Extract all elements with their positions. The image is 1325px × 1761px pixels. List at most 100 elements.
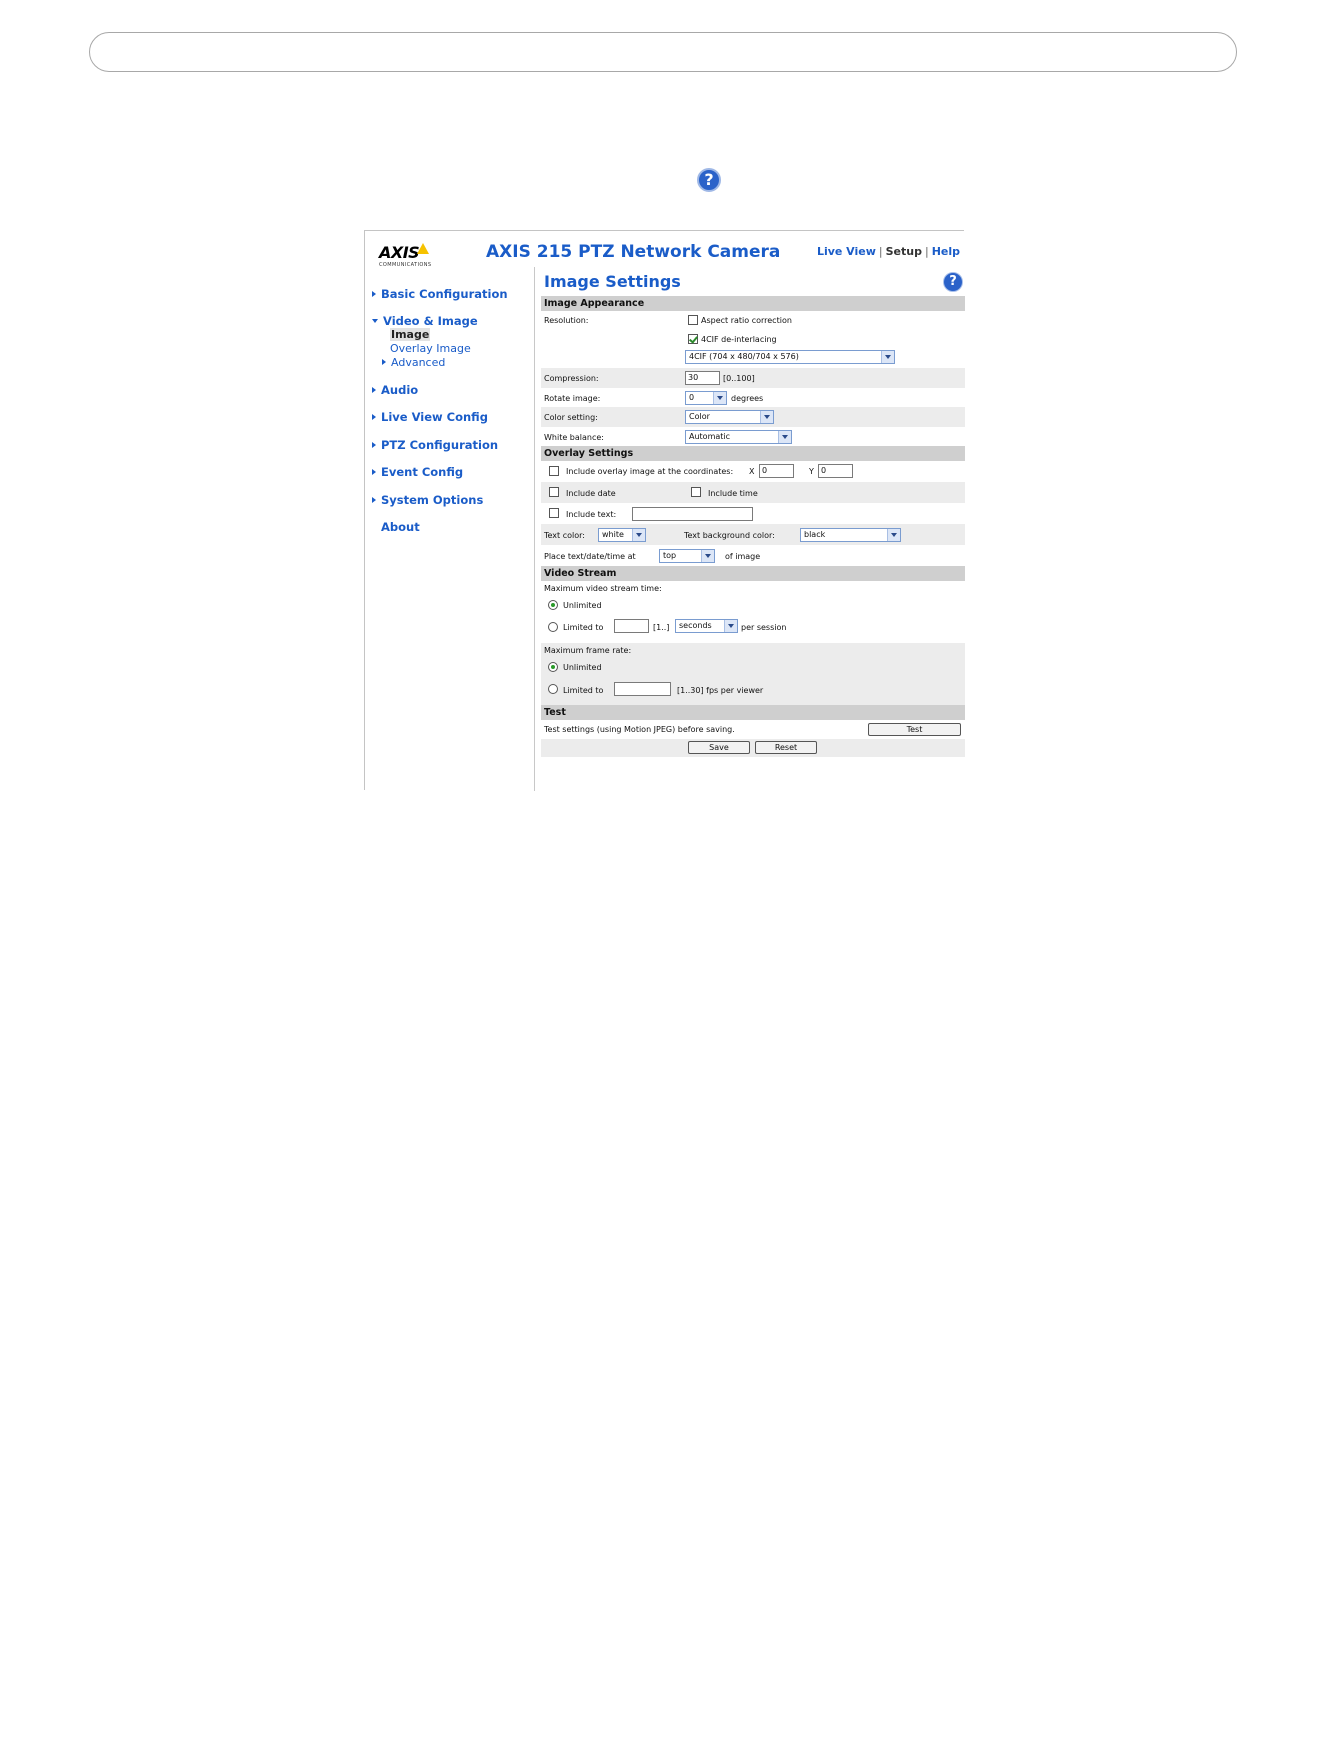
save-reset-row: Save Reset bbox=[541, 739, 965, 757]
sidebar-item-label: System Options bbox=[381, 493, 484, 507]
chevron-down-icon bbox=[724, 620, 737, 632]
chevron-down-icon bbox=[713, 392, 726, 404]
sidebar-item-system-options[interactable]: System Options bbox=[372, 493, 483, 507]
text-color-select-value: white bbox=[602, 530, 624, 539]
rotate-row: Rotate image: 0 degrees bbox=[541, 388, 965, 407]
overlay-y-input[interactable]: 0 bbox=[818, 464, 853, 478]
axis-logo: AXIS COMMUNICATIONS bbox=[379, 243, 431, 268]
sidebar-item-video-image[interactable]: Video & Image bbox=[372, 314, 478, 328]
sidebar-item-event-config[interactable]: Event Config bbox=[372, 465, 463, 479]
date-time-row: Include date Include time bbox=[541, 482, 965, 503]
color-setting-select[interactable]: Color bbox=[685, 410, 774, 424]
deinterlacing-label: 4CIF de-interlacing bbox=[701, 335, 777, 344]
aspect-ratio-checkbox[interactable] bbox=[688, 315, 698, 325]
include-date-label: Include date bbox=[566, 489, 616, 498]
max-stream-time-block: Maximum video stream time: Unlimited Lim… bbox=[541, 581, 965, 643]
sidebar: Basic Configuration Video & Image Image … bbox=[365, 267, 535, 791]
stream-time-range: [1..] bbox=[653, 623, 670, 632]
include-text-label: Include text: bbox=[566, 510, 617, 519]
stream-time-unit-select-value: seconds bbox=[679, 621, 712, 630]
text-background-color-label: Text background color: bbox=[684, 531, 775, 540]
sidebar-item-ptz-configuration[interactable]: PTZ Configuration bbox=[372, 438, 498, 452]
compression-input[interactable]: 30 bbox=[685, 371, 720, 385]
white-balance-select[interactable]: Automatic bbox=[685, 430, 792, 444]
top-nav: Live View | Setup | Help bbox=[817, 245, 960, 259]
include-text-checkbox[interactable] bbox=[549, 508, 559, 518]
chevron-down-icon bbox=[778, 431, 791, 443]
section-header-image-appearance: Image Appearance bbox=[541, 296, 965, 311]
frame-rate-unlimited-label: Unlimited bbox=[563, 663, 602, 672]
test-button[interactable]: Test bbox=[868, 723, 961, 736]
color-setting-select-value: Color bbox=[689, 412, 710, 421]
include-text-input[interactable] bbox=[632, 507, 753, 521]
stream-time-unlimited-label: Unlimited bbox=[563, 601, 602, 610]
text-color-select[interactable]: white bbox=[598, 528, 646, 542]
sidebar-subitem-advanced[interactable]: Advanced bbox=[382, 356, 445, 369]
axis-logo-triangle-icon bbox=[417, 243, 430, 254]
arrow-down-icon bbox=[372, 319, 378, 323]
test-description: Test settings (using Motion JPEG) before… bbox=[544, 725, 735, 734]
arrow-right-icon bbox=[372, 442, 376, 448]
rotate-select-value: 0 bbox=[689, 393, 695, 402]
help-icon[interactable]: ? bbox=[943, 272, 963, 292]
include-overlay-label: Include overlay image at the coordinates… bbox=[566, 467, 734, 476]
include-date-checkbox[interactable] bbox=[549, 487, 559, 497]
section-header-overlay-settings: Overlay Settings bbox=[541, 446, 965, 461]
sidebar-item-audio[interactable]: Audio bbox=[372, 383, 418, 397]
frame-rate-unlimited-radio[interactable] bbox=[548, 662, 558, 672]
stream-time-limited-label: Limited to bbox=[563, 623, 604, 632]
sidebar-item-label: Audio bbox=[381, 383, 419, 397]
color-setting-label: Color setting: bbox=[544, 413, 598, 422]
stream-time-input[interactable] bbox=[614, 619, 649, 633]
nav-separator: | bbox=[878, 245, 883, 258]
sidebar-subitem-overlay-image[interactable]: Overlay Image bbox=[390, 342, 471, 355]
rotate-select[interactable]: 0 bbox=[685, 391, 727, 405]
resolution-select[interactable]: 4CIF (704 x 480/704 x 576) bbox=[685, 350, 895, 364]
stream-time-unlimited-radio[interactable] bbox=[548, 600, 558, 610]
deinterlacing-checkbox[interactable] bbox=[688, 334, 698, 344]
white-balance-label: White balance: bbox=[544, 433, 604, 442]
save-button[interactable]: Save bbox=[688, 741, 750, 754]
arrow-right-icon bbox=[382, 359, 386, 365]
setup-link[interactable]: Setup bbox=[886, 245, 922, 258]
sidebar-item-label: PTZ Configuration bbox=[381, 438, 499, 452]
max-stream-time-label: Maximum video stream time: bbox=[544, 584, 662, 593]
white-balance-row: White balance: Automatic bbox=[541, 427, 965, 446]
resolution-select-value: 4CIF (704 x 480/704 x 576) bbox=[689, 352, 799, 361]
frame-rate-input[interactable] bbox=[614, 682, 671, 696]
frame-rate-limited-radio[interactable] bbox=[548, 684, 558, 694]
sidebar-item-live-view-config[interactable]: Live View Config bbox=[372, 410, 488, 424]
test-row: Test settings (using Motion JPEG) before… bbox=[541, 720, 965, 739]
camera-title: AXIS 215 PTZ Network Camera bbox=[486, 242, 781, 262]
frame-rate-limited-label: Limited to bbox=[563, 686, 604, 695]
include-overlay-checkbox[interactable] bbox=[549, 466, 559, 476]
aspect-ratio-label: Aspect ratio correction bbox=[701, 316, 792, 325]
help-link[interactable]: Help bbox=[932, 245, 960, 258]
stream-time-limited-radio[interactable] bbox=[548, 622, 558, 632]
place-text-select[interactable]: top bbox=[659, 549, 715, 563]
resolution-label: Resolution: bbox=[544, 316, 589, 325]
sidebar-subitem-image[interactable]: Image bbox=[390, 328, 431, 341]
reset-button[interactable]: Reset bbox=[755, 741, 817, 754]
include-time-checkbox[interactable] bbox=[691, 487, 701, 497]
sidebar-item-basic-configuration[interactable]: Basic Configuration bbox=[372, 287, 508, 301]
arrow-right-icon bbox=[372, 469, 376, 475]
y-label: Y bbox=[809, 467, 814, 476]
overlay-x-input[interactable]: 0 bbox=[759, 464, 794, 478]
sidebar-item-label: Video & Image bbox=[383, 314, 478, 328]
arrow-right-icon bbox=[372, 414, 376, 420]
arrow-right-icon bbox=[372, 291, 376, 297]
text-background-color-select[interactable]: black bbox=[800, 528, 901, 542]
sidebar-item-about[interactable]: About bbox=[381, 520, 420, 534]
live-view-link[interactable]: Live View bbox=[817, 245, 876, 258]
text-background-color-select-value: black bbox=[804, 530, 826, 539]
compression-range: [0..100] bbox=[723, 374, 755, 383]
camera-setup-screenshot: AXIS COMMUNICATIONS AXIS 215 PTZ Network… bbox=[364, 230, 965, 791]
compression-label: Compression: bbox=[544, 374, 599, 383]
chevron-down-icon bbox=[881, 351, 894, 363]
max-frame-rate-block: Maximum frame rate: Unlimited Limited to… bbox=[541, 643, 965, 705]
place-text-label: Place text/date/time at bbox=[544, 552, 636, 561]
compression-row: Compression: 30 [0..100] bbox=[541, 368, 965, 388]
sidebar-item-label: Event Config bbox=[381, 465, 464, 479]
stream-time-unit-select[interactable]: seconds bbox=[675, 619, 738, 633]
